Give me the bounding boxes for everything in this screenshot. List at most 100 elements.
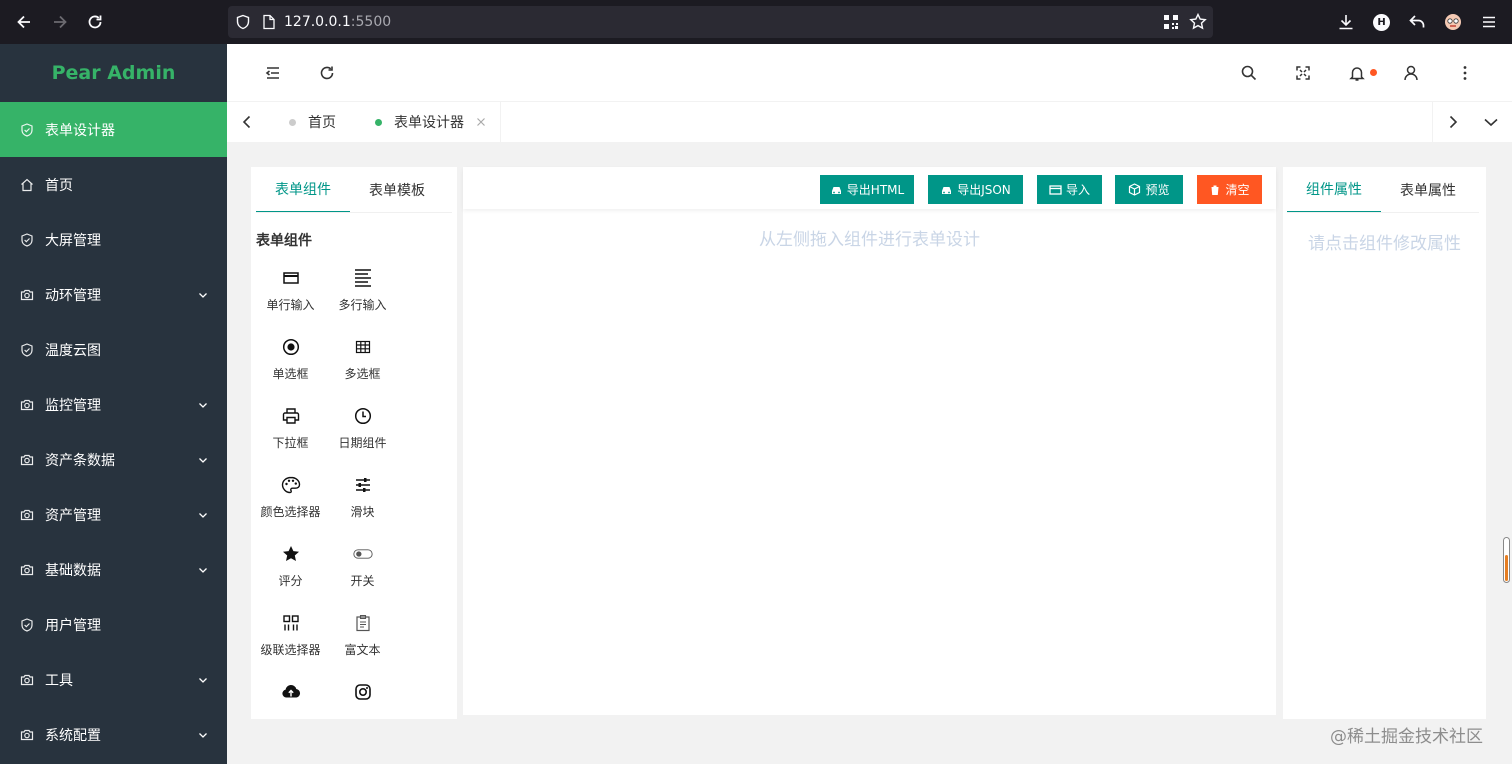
page-icon	[263, 14, 275, 30]
import-label: 导入	[1065, 183, 1090, 197]
tab-close-icon[interactable]	[476, 117, 486, 127]
component-item[interactable]: 级联选择器	[254, 613, 327, 658]
component-item[interactable]	[254, 682, 327, 710]
clear-button[interactable]: 清空	[1197, 175, 1262, 204]
tab-label: 表单设计器	[394, 115, 464, 131]
sidebar-item[interactable]: 温度云图	[0, 322, 227, 377]
extension-h-icon[interactable]: H	[1373, 14, 1390, 31]
forward-arrow-icon	[54, 15, 67, 29]
app-logo[interactable]: Pear Admin	[0, 44, 227, 102]
back-button[interactable]	[6, 4, 42, 40]
tab-options-chevron-icon[interactable]	[1483, 114, 1499, 130]
component-label: 颜色选择器	[260, 505, 321, 519]
toggle-icon	[352, 544, 373, 564]
menu-hamburger-icon[interactable]	[1481, 14, 1497, 30]
component-item[interactable]: 多行输入	[326, 268, 399, 313]
component-label: 滑块	[350, 505, 375, 519]
component-item[interactable]: 日期组件	[326, 406, 399, 451]
tab-form-components[interactable]: 表单组件	[256, 167, 350, 213]
download-icon[interactable]	[1337, 13, 1355, 31]
component-item[interactable]: 富文本	[326, 613, 399, 658]
component-label: 多行输入	[338, 298, 387, 312]
sidebar-item-label: 大屏管理	[45, 232, 101, 249]
sidebar-item-label: 监控管理	[45, 397, 101, 414]
component-item[interactable]: 评分	[254, 544, 327, 589]
component-panel: 表单组件 表单模板 表单组件 单行输入 多行输入 单选框 多选框 下拉框 日期组件 颜色选择…	[251, 167, 457, 719]
import-button[interactable]: 导入	[1037, 175, 1102, 204]
collapse-menu-icon[interactable]	[264, 64, 282, 82]
refresh-icon[interactable]	[318, 64, 336, 82]
tab-form-properties[interactable]: 表单属性	[1381, 167, 1475, 213]
component-label: 评分	[278, 574, 303, 588]
properties-panel: 组件属性 表单属性 请点击组件修改属性	[1283, 167, 1486, 719]
watermark: @稀土掘金技术社区	[1330, 727, 1483, 747]
tab-component-properties[interactable]: 组件属性	[1287, 167, 1381, 213]
tab-scroll-right-icon[interactable]	[1445, 114, 1461, 130]
sidebar-item[interactable]: 监控管理	[0, 377, 227, 432]
sliders-icon	[353, 475, 373, 495]
design-canvas[interactable]: 导出HTML 导出JSON 导入 预览 清空 从左侧拖入组件进行表单设计	[463, 167, 1276, 715]
tab-label: 首页	[308, 115, 336, 131]
sidebar-item-label: 用户管理	[45, 617, 101, 634]
shield-check-icon	[20, 617, 34, 632]
sidebar-item[interactable]: 用户管理	[0, 597, 227, 652]
component-item[interactable]	[326, 682, 399, 710]
component-item[interactable]: 单选框	[254, 337, 327, 382]
sidebar-item-label: 工具	[45, 672, 73, 689]
tab-form-templates[interactable]: 表单模板	[350, 167, 444, 213]
reply-arrow-icon[interactable]	[1408, 13, 1426, 31]
sidebar-item[interactable]: 动环管理	[0, 267, 227, 322]
notification-bell-icon[interactable]	[1348, 64, 1366, 82]
component-label: 富文本	[344, 643, 381, 657]
component-item[interactable]: 开关	[326, 544, 399, 589]
export-json-button[interactable]: 导出JSON	[928, 175, 1023, 204]
input-line-icon	[281, 268, 301, 288]
sidebar-item[interactable]: 工具	[0, 652, 227, 707]
address-bar[interactable]: 127.0.0.1:5500	[228, 6, 1213, 38]
sidebar-item[interactable]: 大屏管理	[0, 212, 227, 267]
tab-home[interactable]: 首页	[289, 102, 336, 142]
sidebar-item[interactable]: 资产条数据	[0, 432, 227, 487]
chevron-down-icon	[197, 729, 209, 741]
component-label: 多选框	[344, 367, 381, 381]
bookmark-star-icon	[1189, 13, 1207, 30]
clear-label: 清空	[1225, 183, 1250, 197]
component-item[interactable]: 多选框	[326, 337, 399, 382]
sidebar-item-label: 资产管理	[45, 507, 101, 524]
component-item[interactable]: 单行输入	[254, 268, 327, 313]
tab-form-designer[interactable]: 表单设计器	[375, 102, 486, 142]
sidebar-item[interactable]: 资产管理	[0, 487, 227, 542]
camera-icon	[20, 728, 34, 742]
sidebar-item[interactable]: 系统配置	[0, 707, 227, 762]
sidebar-item[interactable]: 基础数据	[0, 542, 227, 597]
forward-button[interactable]	[42, 4, 78, 40]
shield-check-icon	[20, 122, 34, 137]
component-label: 级联选择器	[260, 643, 321, 657]
component-item[interactable]: 颜色选择器	[254, 475, 327, 520]
more-vertical-icon[interactable]	[1456, 64, 1474, 82]
preview-button[interactable]: 预览	[1115, 175, 1183, 204]
sidebar-item[interactable]: 表单设计器	[0, 102, 227, 157]
scrollbar-thumb[interactable]	[1505, 555, 1508, 581]
car-icon	[831, 186, 841, 195]
export-json-label: 导出JSON	[957, 183, 1011, 197]
camera-icon	[20, 563, 34, 577]
component-label: 单行输入	[266, 298, 315, 312]
search-icon[interactable]	[1240, 64, 1258, 82]
camera-icon	[20, 453, 34, 467]
canvas-toolbar: 导出HTML 导出JSON 导入 预览 清空	[463, 167, 1276, 209]
sidebar-item-label: 动环管理	[45, 287, 101, 304]
star-icon	[281, 544, 301, 564]
user-icon[interactable]	[1402, 64, 1420, 82]
textarea-icon	[353, 268, 373, 288]
camera-icon	[20, 508, 34, 522]
sidebar-item[interactable]: 首页	[0, 157, 227, 212]
tab-scroll-left-icon[interactable]	[239, 114, 255, 130]
fullscreen-icon[interactable]	[1294, 64, 1312, 82]
reload-button[interactable]	[77, 4, 113, 40]
extension-avatar-icon[interactable]	[1444, 13, 1462, 31]
component-item[interactable]: 滑块	[326, 475, 399, 520]
sidebar-nav: 表单设计器 首页大屏管理动环管理温度云图监控管理资产条数据资产管理基础数据用户管理…	[0, 102, 227, 762]
export-html-button[interactable]: 导出HTML	[820, 175, 914, 204]
component-item[interactable]: 下拉框	[254, 406, 327, 451]
